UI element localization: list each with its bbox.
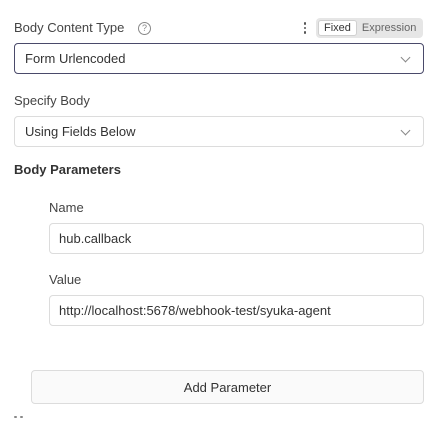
body-content-type-value: Form Urlencoded: [25, 51, 126, 66]
question-circle-icon[interactable]: ?: [138, 22, 151, 35]
parameter-name-value: hub.callback: [59, 231, 132, 246]
parameter-value-input[interactable]: http://localhost:5678/webhook-test/syuka…: [49, 295, 424, 326]
parameter-name-label: Name: [49, 200, 84, 215]
parameter-value-label: Value: [49, 272, 82, 287]
fixed-expression-toggle: Fixed Expression: [316, 18, 424, 38]
specify-body-select[interactable]: Using Fields Below: [14, 116, 424, 147]
body-content-type-select[interactable]: Form Urlencoded: [14, 43, 424, 74]
toggle-fixed[interactable]: Fixed: [318, 20, 357, 36]
chevron-down-icon: [401, 54, 411, 64]
specify-body-value: Using Fields Below: [25, 124, 136, 139]
parameter-name-input[interactable]: hub.callback: [49, 223, 424, 254]
next-section-stub: [14, 416, 24, 420]
toggle-expression[interactable]: Expression: [357, 20, 421, 36]
parameter-value-value: http://localhost:5678/webhook-test/syuka…: [59, 303, 331, 318]
body-content-type-label: Body Content Type: [14, 20, 125, 35]
add-parameter-button[interactable]: Add Parameter: [31, 370, 424, 404]
specify-body-label: Specify Body: [14, 93, 90, 108]
body-parameters-label: Body Parameters: [14, 162, 121, 177]
chevron-down-icon: [401, 127, 411, 137]
kebab-menu-icon[interactable]: [302, 20, 308, 36]
